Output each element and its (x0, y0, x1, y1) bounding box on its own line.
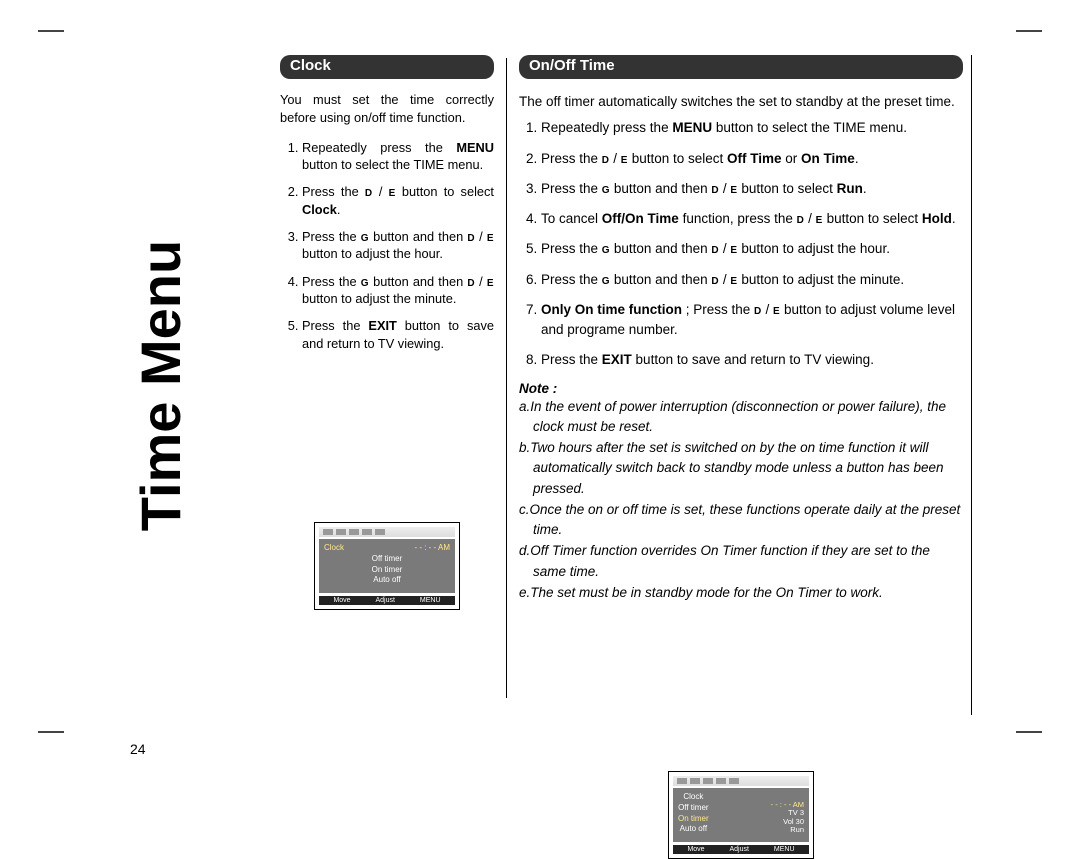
onoff-step-4: To cancel Off/On Time function, press th… (541, 209, 963, 229)
onoff-step-8: Press the EXIT button to save and return… (541, 350, 963, 370)
clock-step-3: Press the G button and then D / E button… (302, 228, 494, 263)
crop-mark (38, 731, 64, 733)
onoff-step-7: Only On time function ; Press the D / E … (541, 300, 963, 341)
onoff-step-3: Press the G button and then D / E button… (541, 179, 963, 199)
crop-mark (1016, 731, 1042, 733)
onoff-steps: Repeatedly press the MENU button to sele… (519, 118, 963, 370)
clock-heading: Clock (280, 55, 494, 79)
onoff-heading: On/Off Time (519, 55, 963, 79)
spine-text: Time Menu (129, 239, 194, 530)
note-d: d.Off Timer function overrides On Timer … (519, 541, 963, 582)
key-g: G (361, 233, 369, 244)
note-label: Note : (519, 381, 963, 396)
section-spine-title: Time Menu (130, 55, 192, 715)
crop-mark (38, 30, 64, 32)
clock-step-5: Press the EXIT button to save and return… (302, 317, 494, 352)
onoff-intro: The off timer automatically switches the… (519, 92, 963, 112)
clock-intro: You must set the time correctly before u… (280, 91, 494, 126)
clock-column: Clock You must set the time correctly be… (280, 55, 506, 859)
content-area: Clock You must set the time correctly be… (280, 55, 970, 859)
onoff-step-6: Press the G button and then D / E button… (541, 270, 963, 290)
clock-steps: Repeatedly press the MENU button to sele… (280, 139, 494, 352)
onoff-step-5: Press the G button and then D / E button… (541, 239, 963, 259)
note-a: a.In the event of power interruption (di… (519, 397, 963, 438)
clock-step-2: Press the D / E button to select Clock. (302, 183, 494, 218)
note-b: b.Two hours after the set is switched on… (519, 438, 963, 499)
onoff-column: On/Off Time The off timer automatically … (507, 55, 963, 859)
onoff-step-2: Press the D / E button to select Off Tim… (541, 149, 963, 169)
page-number: 24 (130, 741, 146, 757)
key-d: D (365, 188, 373, 199)
clock-step-1: Repeatedly press the MENU button to sele… (302, 139, 494, 174)
key-e: E (389, 188, 396, 199)
note-e: e.The set must be in standby mode for th… (519, 583, 963, 603)
onoff-step-1: Repeatedly press the MENU button to sele… (541, 118, 963, 138)
crop-mark (1016, 30, 1042, 32)
clock-step-4: Press the G button and then D / E button… (302, 273, 494, 308)
osd-onoff-preview: Clock Off timer On timer Auto off - - : … (519, 771, 963, 859)
osd-clock-preview: Clock- - : - - AM Off timer On timer Aut… (280, 522, 494, 610)
osd-tabstrip-icon (673, 776, 809, 786)
osd-tabstrip-icon (319, 527, 455, 537)
note-c: c.Once the on or off time is set, these … (519, 500, 963, 541)
